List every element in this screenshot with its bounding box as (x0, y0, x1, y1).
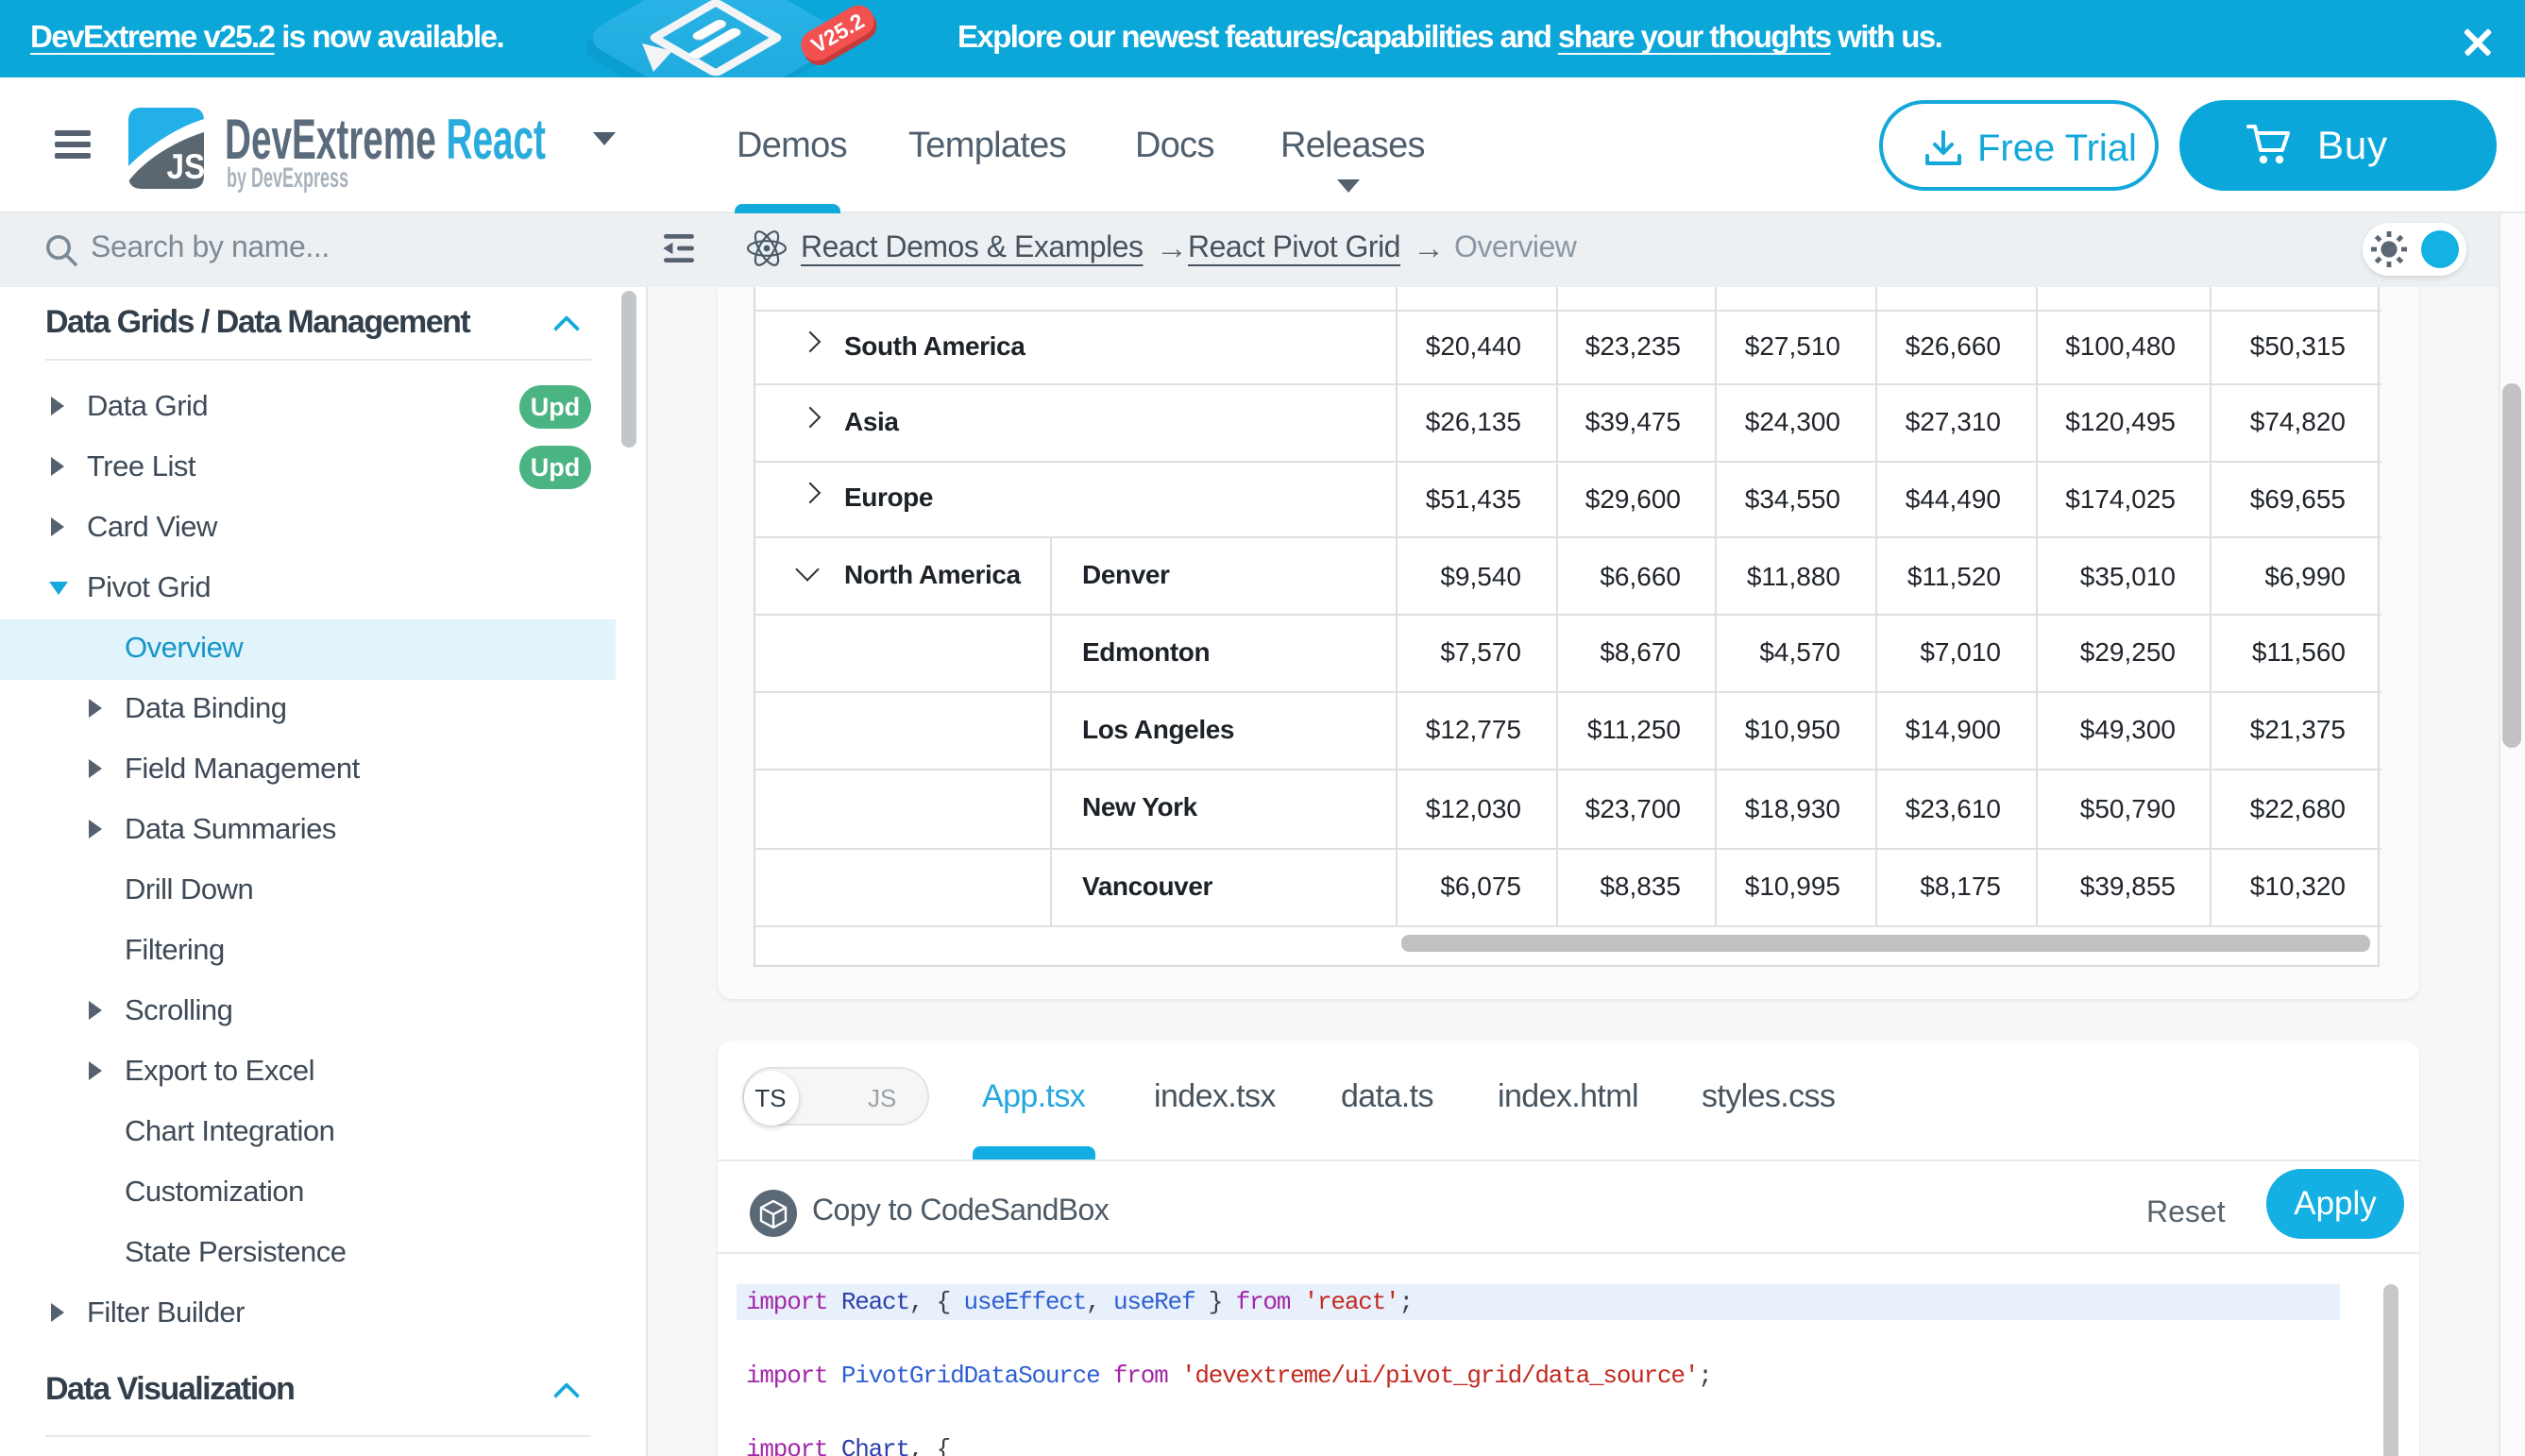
svg-text:JS: JS (167, 147, 205, 186)
